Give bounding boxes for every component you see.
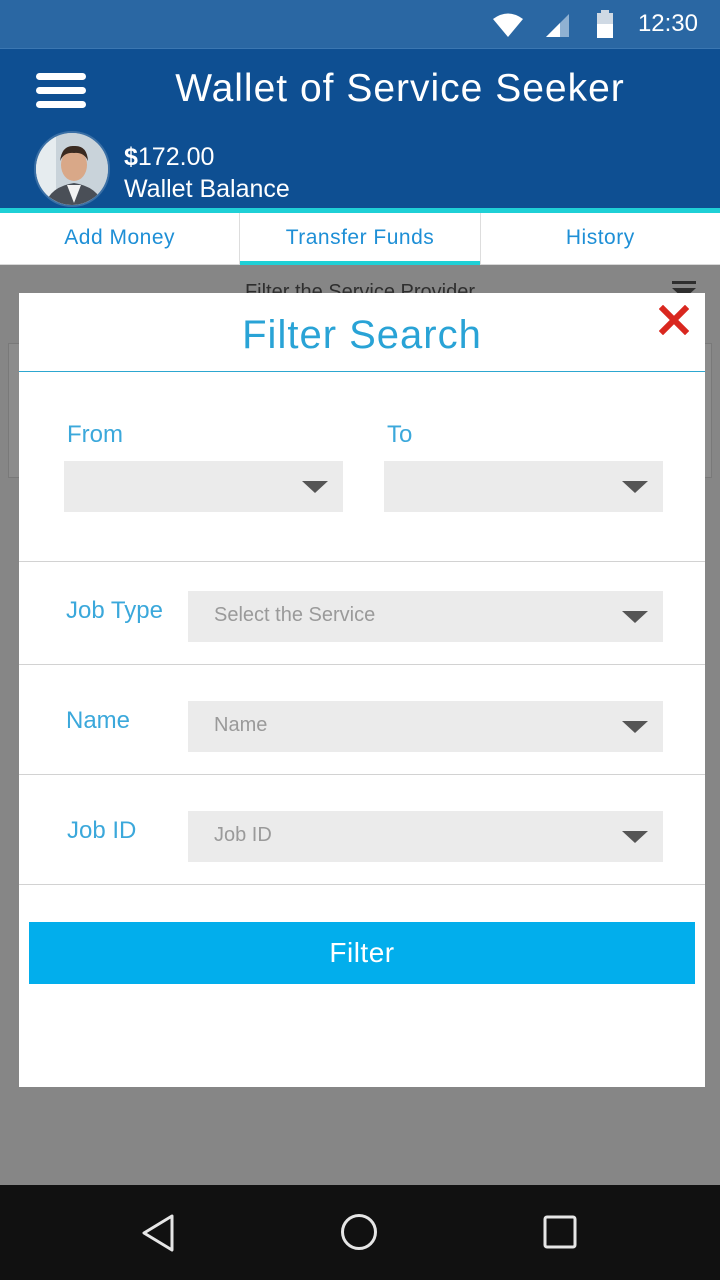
wallet-balance-amount: $172.00 (124, 143, 215, 171)
tab-add-money[interactable]: Add Money (0, 213, 241, 264)
from-label: From (67, 421, 123, 448)
chevron-down-icon (302, 481, 328, 493)
chevron-down-icon (622, 611, 648, 623)
title-divider (19, 371, 705, 372)
job-id-select[interactable]: Job ID (188, 811, 663, 862)
page-title: Wallet of Service Seeker (175, 67, 625, 110)
job-type-label: Job Type (66, 597, 163, 624)
avatar[interactable] (34, 131, 110, 207)
system-nav-bar (0, 1185, 720, 1280)
wifi-icon (493, 13, 523, 37)
divider (19, 561, 705, 562)
tab-history[interactable]: History (481, 213, 720, 264)
filter-button[interactable]: Filter (29, 922, 695, 984)
status-bar: 12:30 (0, 0, 720, 48)
divider (19, 774, 705, 775)
recents-icon[interactable] (543, 1215, 577, 1249)
to-date-select[interactable] (384, 461, 663, 512)
signal-icon (546, 14, 569, 37)
chevron-down-icon (622, 481, 648, 493)
chevron-down-icon (622, 721, 648, 733)
dialog-title: Filter Search (242, 313, 482, 357)
name-placeholder: Name (214, 714, 268, 736)
status-time: 12:30 (637, 10, 698, 37)
battery-icon (597, 10, 613, 38)
to-label: To (387, 421, 413, 448)
from-date-select[interactable] (64, 461, 343, 512)
job-type-placeholder: Select the Service (214, 604, 376, 626)
chevron-down-icon (622, 831, 648, 843)
divider (19, 664, 705, 665)
close-icon[interactable] (659, 305, 689, 335)
job-id-label: Job ID (67, 817, 137, 844)
app-header: Wallet of Service Seeker $172.00 Wallet … (0, 48, 720, 210)
tab-bar: Add Money Transfer Funds History (0, 213, 720, 265)
filter-search-dialog: Filter Search From To Job Type Select th… (19, 293, 705, 1087)
name-select[interactable]: Name (188, 701, 663, 752)
name-label: Name (66, 707, 131, 734)
job-type-select[interactable]: Select the Service (188, 591, 663, 642)
wallet-balance-label: Wallet Balance (124, 175, 290, 203)
tab-transfer-funds[interactable]: Transfer Funds (240, 213, 481, 265)
job-id-placeholder: Job ID (214, 824, 272, 846)
divider (19, 884, 705, 885)
home-icon[interactable] (340, 1213, 378, 1251)
hamburger-menu-icon[interactable] (36, 73, 86, 113)
back-icon[interactable] (140, 1213, 176, 1253)
